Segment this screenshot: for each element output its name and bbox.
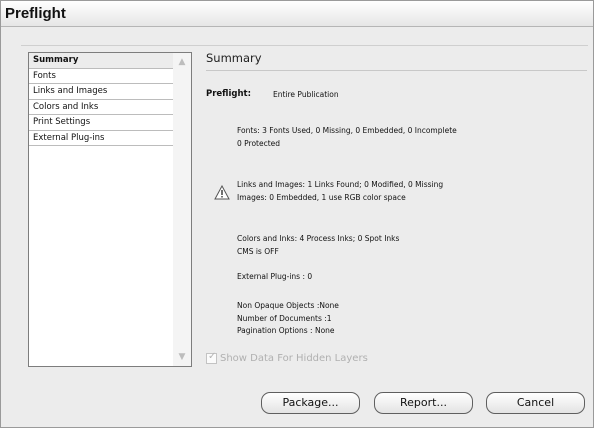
- sidebar-item-external-plugins[interactable]: External Plug-ins: [29, 131, 174, 146]
- pagination-line: Pagination Options : None: [237, 326, 335, 335]
- show-hidden-layers-checkbox[interactable]: [206, 351, 217, 364]
- links-line-1: Links and Images: 1 Links Found; 0 Modif…: [237, 180, 444, 189]
- warning-icon: [214, 185, 230, 200]
- show-hidden-layers-label: Show Data For Hidden Layers: [220, 352, 368, 364]
- category-items: Summary Fonts Links and Images Colors an…: [29, 53, 174, 146]
- links-line-2: Images: 0 Embedded, 1 use RGB color spac…: [237, 192, 406, 202]
- cancel-button[interactable]: Cancel: [486, 392, 585, 414]
- plugins-line: External Plug-ins : 0: [237, 272, 313, 281]
- scroll-down-icon[interactable]: ▼: [175, 350, 189, 364]
- colors-line-2: CMS is OFF: [237, 246, 279, 256]
- category-list: Summary Fonts Links and Images Colors an…: [28, 52, 192, 367]
- window-title: Preflight: [5, 5, 66, 22]
- other-summary: Non Opaque Objects :None Number of Docum…: [237, 300, 339, 338]
- preflight-scope-value: Entire Publication: [273, 90, 339, 99]
- sidebar-item-colors-and-inks[interactable]: Colors and Inks: [29, 100, 174, 115]
- documents-line: Number of Documents :1: [237, 313, 332, 323]
- fonts-line-2: 0 Protected: [237, 138, 281, 148]
- sidebar-item-print-settings[interactable]: Print Settings: [29, 115, 174, 131]
- sidebar-item-summary[interactable]: Summary: [29, 53, 174, 69]
- preflight-label: Preflight:: [206, 89, 251, 99]
- show-hidden-layers-option[interactable]: Show Data For Hidden Layers: [206, 351, 368, 365]
- links-summary: Links and Images: 1 Links Found; 0 Modif…: [237, 179, 443, 204]
- preflight-window: Preflight Summary Fonts Links and Images…: [0, 0, 594, 428]
- scroll-up-icon[interactable]: ▲: [175, 55, 189, 69]
- opaque-line: Non Opaque Objects :None: [237, 301, 339, 310]
- divider: [206, 70, 587, 71]
- package-button[interactable]: Package...: [261, 392, 360, 414]
- fonts-line-1: Fonts: 3 Fonts Used, 0 Missing, 0 Embedd…: [237, 126, 457, 135]
- plugins-summary: External Plug-ins : 0: [237, 271, 312, 284]
- sidebar-item-fonts[interactable]: Fonts: [29, 69, 174, 84]
- title-bar[interactable]: Preflight: [1, 1, 593, 27]
- fonts-summary: Fonts: 3 Fonts Used, 0 Missing, 0 Embedd…: [237, 125, 457, 150]
- sidebar-item-links-and-images[interactable]: Links and Images: [29, 84, 174, 100]
- colors-line-1: Colors and Inks: 4 Process Inks; 0 Spot …: [237, 234, 400, 243]
- section-title: Summary: [206, 51, 262, 65]
- report-button[interactable]: Report...: [374, 392, 473, 414]
- colors-summary: Colors and Inks: 4 Process Inks; 0 Spot …: [237, 233, 399, 258]
- list-scrollbar[interactable]: ▲ ▼: [173, 53, 191, 366]
